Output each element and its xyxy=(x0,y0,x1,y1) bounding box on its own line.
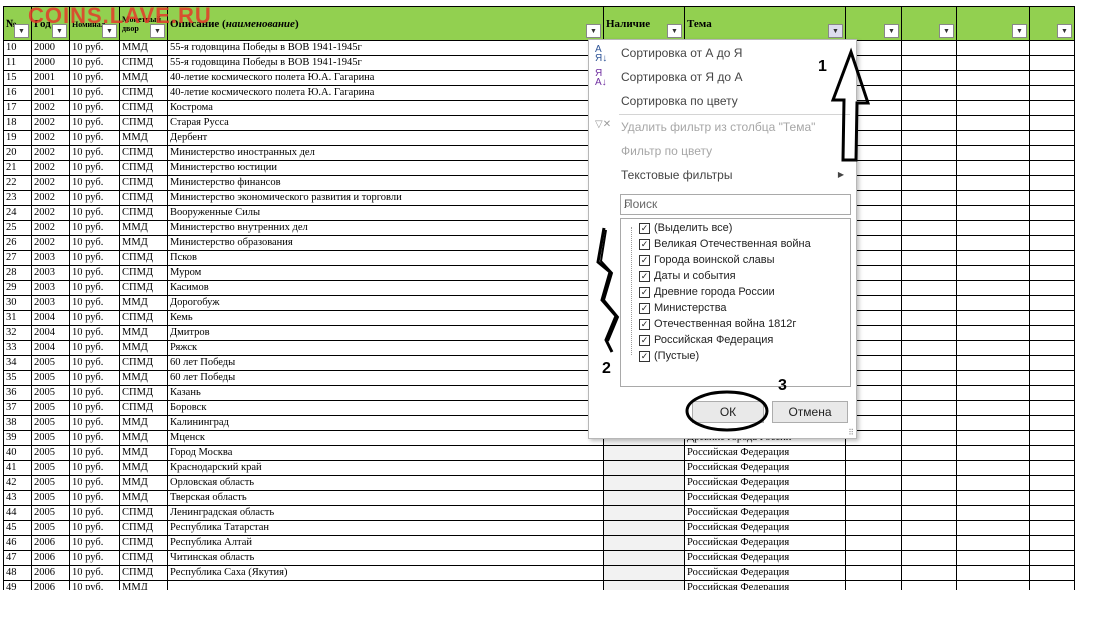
annotation-number-3: 3 xyxy=(778,377,787,394)
annotation-ellipse-ok xyxy=(685,390,769,432)
annotation-layer xyxy=(596,47,871,432)
annotation-arrow-1 xyxy=(830,47,871,162)
annotation-number-1: 1 xyxy=(818,58,827,75)
annotation-number-2: 2 xyxy=(602,360,611,377)
